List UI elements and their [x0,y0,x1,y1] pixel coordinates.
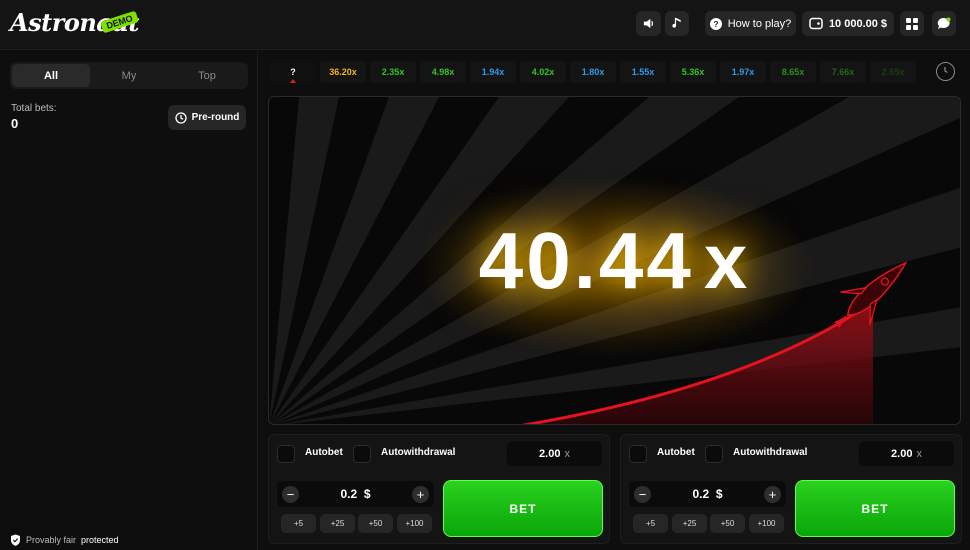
history-item[interactable]: 2.35x [370,61,416,83]
multiplier-value: 40.44 [478,216,694,305]
game-canvas: 40.44 x [268,96,961,425]
history-item[interactable]: 1.94x [470,61,516,83]
chat-icon [937,17,951,29]
quick-add-100[interactable]: +100 [749,514,784,533]
increase-amount-button[interactable]: + [764,486,781,503]
bets-tabs: All My Top [10,62,248,89]
history-item[interactable]: 7.66x [820,61,866,83]
multiplier-history: ? 36.20x 2.35x 4.98x 1.94x 4.02x 1.80x 1.55x 5.3… [270,61,922,83]
autobet-label: Autobet [305,447,343,458]
multiplier-suffix: x [703,217,751,305]
svg-text:?: ? [713,19,718,29]
help-icon: ? [709,17,722,30]
history-item[interactable]: 36.20x [320,61,366,83]
history-item[interactable]: 5.36x [670,61,716,83]
quick-add-50[interactable]: +50 [358,514,393,533]
total-bets-label: Total bets: [11,103,57,114]
bets-panel: All My Top Total bets: 0 Pre-round Prova… [0,51,258,550]
autowithdrawal-unit: x [916,447,922,460]
history-item[interactable]: 1.80x [570,61,616,83]
bet-currency: $ [363,487,371,501]
shield-icon [11,534,20,546]
how-to-play-button[interactable]: ? How to play? [705,11,796,36]
quick-add-25[interactable]: +25 [672,514,707,533]
history-clock-icon [944,67,948,74]
bet-amount-stepper[interactable]: − 0.2 $ + [277,481,434,507]
bet-panel-1: Autobet Autowithdrawal 2.00 x − 0.2 $ + +… [268,434,610,544]
tab-all[interactable]: All [12,64,90,87]
autowithdrawal-value: 2.00 [891,447,913,460]
fair-status: protected [81,535,119,545]
autowithdrawal-unit: x [564,447,570,460]
music-icon [672,17,681,28]
history-item[interactable]: 1.55x [620,61,666,83]
volume-icon [643,18,654,29]
quick-add-5[interactable]: +5 [281,514,316,533]
history-item[interactable]: 8.65x [770,61,816,83]
autobet-checkbox[interactable] [277,445,295,463]
how-to-play-label: How to play? [727,17,792,30]
balance-display[interactable]: 10 000.00 $ [802,11,894,36]
quick-add-100[interactable]: +100 [397,514,432,533]
bet-amount-value: 0.2 [692,487,710,501]
autowithdrawal-checkbox[interactable] [705,445,723,463]
top-header: Astronaut DEMO ? How to play? 10 000.00 … [0,0,970,50]
preround-label: Pre-round [191,112,240,123]
balance-value: 10 000.00 $ [828,17,888,30]
bet-panel-2: Autobet Autowithdrawal 2.00 x − 0.2 $ + +… [620,434,962,544]
fair-label: Provably fair [26,535,77,545]
bet-amount-value: 0.2 [340,487,358,501]
bet-amount-input[interactable]: 0.2 $ [277,487,434,501]
app-root: Astronaut DEMO ? How to play? 10 000.00 … [0,0,970,550]
preround-button[interactable]: Pre-round [168,105,246,130]
grid-menu-icon [906,17,918,30]
autowithdrawal-label: Autowithdrawal [733,447,808,458]
music-button[interactable] [665,11,689,36]
history-clock-button[interactable] [936,62,955,81]
history-item[interactable]: 2.65x [870,61,916,83]
bet-button[interactable]: BET [443,480,603,537]
autowithdrawal-label: Autowithdrawal [381,447,456,458]
quick-add-25[interactable]: +25 [320,514,355,533]
autowithdrawal-input[interactable]: 2.00 x [507,441,602,466]
autowithdrawal-checkbox[interactable] [353,445,371,463]
provably-fair[interactable]: Provably fair protected [10,534,119,546]
increase-amount-button[interactable]: + [412,486,429,503]
history-item[interactable]: 4.98x [420,61,466,83]
history-current-round[interactable]: ? [270,61,316,83]
autowithdrawal-input[interactable]: 2.00 x [859,441,954,466]
menu-button[interactable] [900,11,924,36]
tab-my[interactable]: My [90,64,168,87]
sound-button[interactable] [636,11,661,36]
quick-add-5[interactable]: +5 [633,514,668,533]
bet-button[interactable]: BET [795,480,955,537]
autowithdrawal-value: 2.00 [539,447,561,460]
bet-amount-input[interactable]: 0.2 $ [629,487,786,501]
quick-add-50[interactable]: +50 [710,514,745,533]
total-bets-value: 0 [11,116,19,131]
bet-amount-stepper[interactable]: − 0.2 $ + [629,481,786,507]
autobet-label: Autobet [657,447,695,458]
chat-button[interactable] [932,11,956,36]
clock-icon [174,111,187,124]
history-item[interactable]: 4.02x [520,61,566,83]
history-item[interactable]: 1.97x [720,61,766,83]
current-multiplier: 40.44 x [269,215,960,307]
wallet-icon [809,17,823,30]
bet-currency: $ [715,487,723,501]
autobet-checkbox[interactable] [629,445,647,463]
tab-top[interactable]: Top [168,64,246,87]
